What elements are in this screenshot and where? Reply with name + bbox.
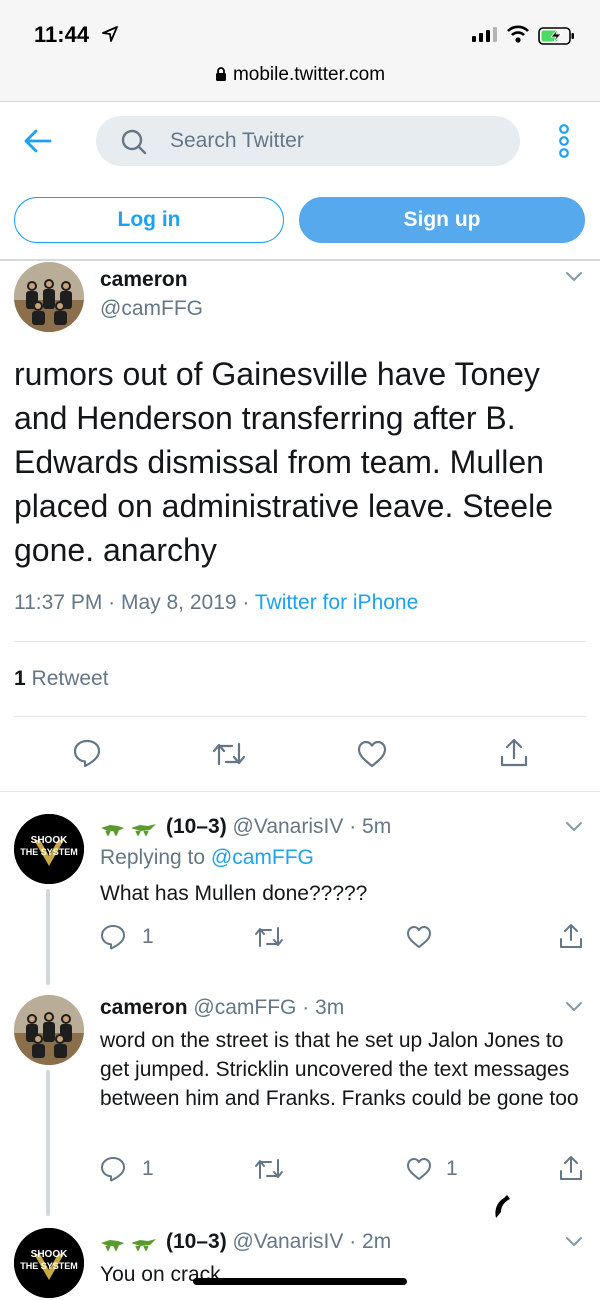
thread-line bbox=[46, 889, 50, 985]
like-count: 1 bbox=[446, 1157, 458, 1180]
reply-author-handle: @VanarisIV bbox=[232, 815, 344, 838]
reply-author-name: (10–3) bbox=[166, 1230, 227, 1253]
reply-icon[interactable] bbox=[100, 924, 126, 950]
tweet-meta: 11:37 PM · May 8, 2019 · Twitter for iPh… bbox=[14, 591, 419, 614]
reply-age: 3m bbox=[315, 996, 345, 1019]
share-icon[interactable] bbox=[558, 1154, 584, 1182]
tweet-source-link[interactable]: Twitter for iPhone bbox=[255, 591, 418, 614]
like-icon[interactable] bbox=[406, 925, 432, 949]
tweet-author-name[interactable]: cameron bbox=[100, 268, 188, 292]
share-icon[interactable] bbox=[558, 922, 584, 950]
cellular-signal-icon bbox=[472, 27, 497, 42]
reply-author-name: (10–3) bbox=[166, 815, 227, 838]
like-icon[interactable] bbox=[357, 740, 387, 768]
like-icon[interactable] bbox=[406, 1157, 432, 1181]
back-arrow-icon[interactable] bbox=[24, 128, 52, 154]
divider bbox=[14, 716, 586, 717]
wifi-icon bbox=[507, 25, 529, 43]
tweet-author-handle[interactable]: @camFFG bbox=[100, 297, 203, 321]
avatar[interactable]: SHOOK THE SYSTEM bbox=[14, 814, 84, 884]
search-icon bbox=[121, 129, 147, 155]
more-options-icon[interactable] bbox=[556, 124, 572, 158]
url-bar[interactable]: mobile.twitter.com bbox=[0, 64, 600, 86]
reply-icon[interactable] bbox=[100, 1156, 126, 1182]
reply-author-handle: @VanarisIV bbox=[232, 1230, 344, 1253]
reply-header[interactable]: cameron @camFFG · 3m bbox=[100, 996, 344, 1020]
home-indicator[interactable] bbox=[193, 1278, 407, 1285]
tweet-date: May 8, 2019 bbox=[121, 591, 237, 614]
chevron-down-icon[interactable] bbox=[565, 1236, 583, 1248]
retweet-icon[interactable] bbox=[254, 925, 284, 949]
chevron-down-icon[interactable] bbox=[565, 821, 583, 833]
pointer-cursor-icon bbox=[495, 1195, 510, 1218]
thread-line bbox=[46, 1070, 50, 1216]
reply-age: 5m bbox=[362, 815, 392, 838]
header-divider bbox=[0, 259, 600, 261]
reply-header[interactable]: (10–3) @VanarisIV · 5m bbox=[100, 815, 391, 839]
search-input[interactable] bbox=[170, 116, 500, 166]
avatar[interactable] bbox=[14, 262, 84, 332]
replying-to: Replying to @camFFG bbox=[100, 846, 314, 870]
replying-to-label: Replying to bbox=[100, 846, 206, 869]
retweet-stats[interactable]: 1 Retweet bbox=[14, 667, 109, 691]
location-arrow-icon bbox=[102, 26, 118, 42]
avatar-text: THE SYSTEM bbox=[20, 847, 78, 857]
retweet-icon[interactable] bbox=[254, 1157, 284, 1181]
divider bbox=[0, 791, 600, 792]
retweet-count: 1 bbox=[14, 667, 26, 690]
clock: 11:44 bbox=[34, 22, 90, 47]
reply-icon[interactable] bbox=[72, 738, 102, 768]
avatar-text: SHOOK bbox=[31, 835, 68, 846]
login-button[interactable]: Log in bbox=[14, 197, 284, 243]
tweet-text: rumors out of Gainesville have Toney and… bbox=[14, 356, 553, 568]
reply-count: 1 bbox=[142, 1157, 154, 1180]
lock-icon bbox=[215, 67, 226, 81]
reply-count: 1 bbox=[142, 925, 154, 948]
chevron-down-icon[interactable] bbox=[565, 271, 583, 283]
reply-header[interactable]: (10–3) @VanarisIV · 2m bbox=[100, 1230, 391, 1254]
reply-author-name: cameron bbox=[100, 996, 188, 1019]
reply-text: word on the street is that he set up Jal… bbox=[100, 1029, 579, 1110]
search-bar[interactable] bbox=[96, 116, 520, 166]
replying-to-handle[interactable]: @camFFG bbox=[211, 846, 314, 869]
divider bbox=[14, 641, 586, 642]
avatar-text: SHOOK bbox=[31, 1249, 68, 1260]
avatar[interactable] bbox=[14, 995, 84, 1065]
signup-button[interactable]: Sign up bbox=[299, 197, 585, 243]
chevron-down-icon[interactable] bbox=[565, 1001, 583, 1013]
retweet-icon[interactable] bbox=[212, 740, 246, 768]
share-icon[interactable] bbox=[499, 737, 529, 769]
avatar[interactable]: SHOOK THE SYSTEM bbox=[14, 1228, 84, 1298]
gator-emoji-icon bbox=[101, 1239, 156, 1251]
tweet-time: 11:37 PM bbox=[14, 591, 103, 614]
reply-author-handle: @camFFG bbox=[193, 996, 297, 1019]
gator-emoji-icon bbox=[101, 824, 156, 836]
status-bar: 11:44 mobile.twitter.com bbox=[0, 0, 600, 102]
url-text: mobile.twitter.com bbox=[232, 64, 386, 85]
retweet-label: Retweet bbox=[31, 667, 109, 690]
battery-charging-icon bbox=[538, 27, 574, 45]
reply-text: What has Mullen done????? bbox=[100, 882, 368, 905]
reply-age: 2m bbox=[362, 1230, 392, 1253]
avatar-text: THE SYSTEM bbox=[20, 1261, 78, 1271]
